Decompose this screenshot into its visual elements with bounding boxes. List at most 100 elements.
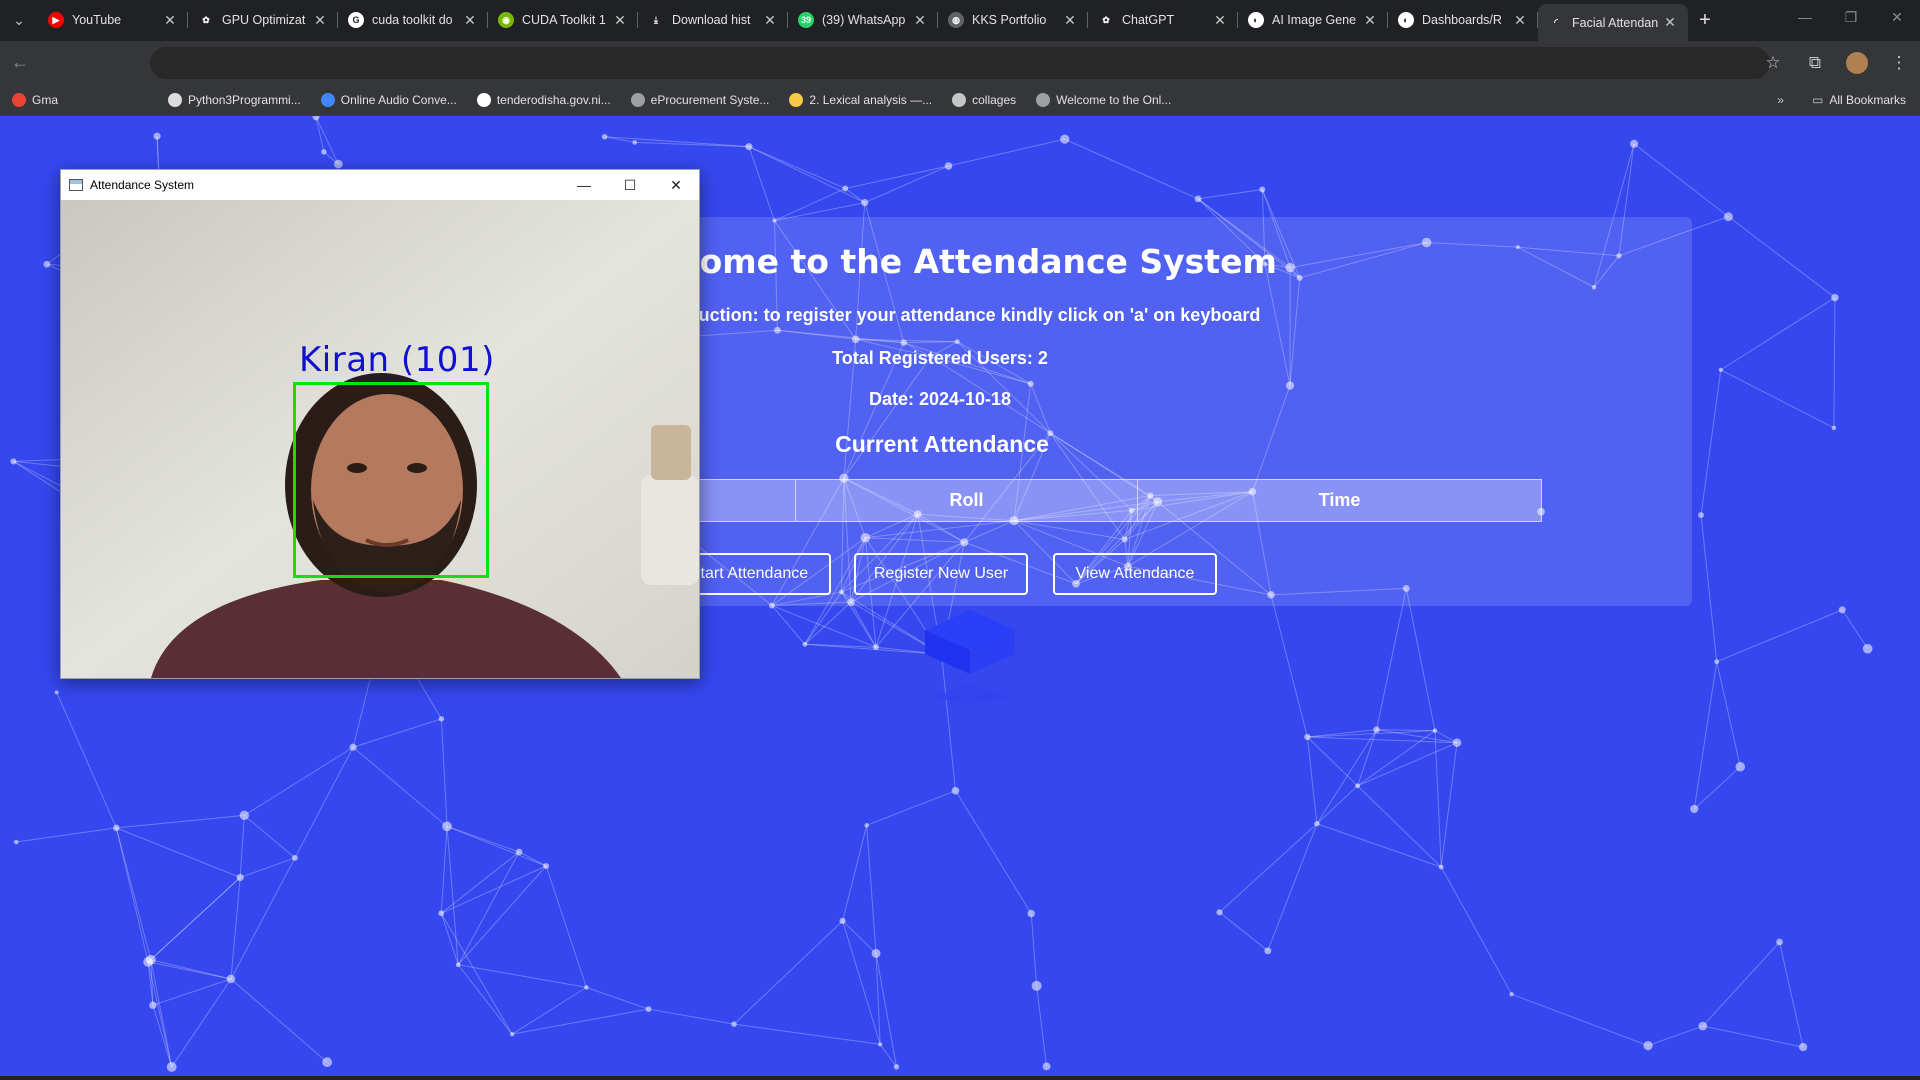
tab-title: Download hist (672, 13, 751, 27)
bookmark-label: Python3Programmi... (188, 92, 301, 107)
bookmark-2[interactable]: Online Audio Conve... (320, 92, 457, 107)
close-icon[interactable]: ✕ (1874, 0, 1920, 34)
bookmark-label: tenderodisha.gov.ni... (496, 92, 611, 107)
column-header-time: Time (1137, 480, 1541, 521)
google-icon: G (348, 12, 364, 28)
tab-title: KKS Portfolio (972, 13, 1047, 27)
tab-title: AI Image Gene (1272, 13, 1357, 27)
tab-strip: ⌄ ▶ YouTube ✕ ✿ GPU Optimizat ✕ Gcuda toolkit … (0, 0, 1920, 41)
all-bookmarks-link[interactable]: All Bookmarks (1829, 93, 1906, 107)
tab-10[interactable]: ◜ Facial Attendan ✕ (1538, 4, 1688, 41)
camera-window-controls: — ☐ ✕ (561, 170, 699, 200)
tab-5[interactable]: 39 (39) WhatsApp ✕ (788, 3, 938, 37)
nvidia-icon: ◉ (498, 12, 514, 28)
bookmark-0[interactable]: Gma (12, 92, 59, 107)
bookmark-7[interactable]: Welcome to the Onl... (1036, 92, 1172, 107)
bookmark-4[interactable]: eProcurement Syste... (630, 92, 770, 107)
tab-close-icon[interactable]: ✕ (162, 12, 178, 29)
tab-title: ChatGPT (1122, 13, 1175, 27)
address-bar[interactable] (150, 47, 1770, 79)
gmail-icon (12, 92, 26, 107)
bookmark-label: Welcome to the Onl... (1056, 92, 1172, 107)
tab-1[interactable]: ✿ GPU Optimizat ✕ (188, 3, 338, 37)
restore-icon[interactable]: ❐ (1828, 0, 1874, 34)
whatsapp-icon: 39 (798, 12, 814, 28)
bookmark-list: Gma Python3Programmi... Online Audio Conve… (0, 92, 1191, 107)
globe-icon: ◍ (948, 12, 964, 28)
tab-close-icon[interactable]: ✕ (612, 12, 628, 29)
tab-close-icon[interactable]: ✕ (762, 12, 778, 29)
view-attendance-button[interactable]: View Attendance (1053, 553, 1217, 595)
tab-8[interactable]: ◐ AI Image Gene ✕ (1238, 3, 1388, 37)
bookmark-1[interactable]: Python3Programmi... (168, 92, 301, 107)
tab-title: Facial Attendan (1572, 15, 1659, 30)
tab-2[interactable]: Gcuda toolkit do ✕ (338, 3, 488, 37)
tab-title: (39) WhatsApp (822, 13, 906, 27)
tab-close-icon[interactable]: ✕ (1662, 14, 1678, 31)
app-icon (69, 179, 83, 191)
tab-search-icon[interactable]: ⌄ (0, 0, 38, 41)
register-new-user-button[interactable]: Register New User (854, 553, 1028, 595)
folder-icon (952, 92, 967, 107)
audio-icon (320, 92, 335, 107)
tab-close-icon[interactable]: ✕ (1512, 12, 1528, 29)
tab-list: ▶ YouTube ✕ ✿ GPU Optimizat ✕ Gcuda toolkit do… (38, 3, 1688, 41)
bookmark-label: Online Audio Conve... (340, 92, 457, 107)
bookmark-label: eProcurement Syste... (650, 92, 770, 107)
tab-close-icon[interactable]: ✕ (1362, 12, 1378, 29)
extensions-icon[interactable]: ⧉ (1794, 53, 1836, 73)
loading-icon: ◜ (1548, 14, 1564, 31)
tab-close-icon[interactable]: ✕ (462, 12, 478, 29)
minimize-icon[interactable]: — (561, 170, 607, 200)
download-icon: ⤓ (648, 12, 664, 28)
openai-icon: ✿ (198, 12, 214, 28)
bookmark-label: Gma (32, 92, 59, 107)
tab-close-icon[interactable]: ✕ (312, 12, 328, 29)
column-header-roll: Roll (795, 480, 1137, 521)
python-icon (789, 92, 804, 107)
bookmark-5[interactable]: 2. Lexical analysis —... (789, 92, 933, 107)
bookmark-label: collages (972, 92, 1017, 107)
tab-title: YouTube (72, 13, 122, 27)
back-arrow-icon[interactable]: ← (0, 52, 40, 73)
tab-title: Dashboards/R (1422, 13, 1502, 27)
github-icon: ◐ (1398, 12, 1414, 28)
face-detection-box (293, 382, 489, 578)
new-tab-button[interactable]: + (1688, 3, 1722, 37)
github-icon (168, 92, 183, 107)
bookmark-3[interactable]: tenderodisha.gov.ni... (476, 92, 611, 107)
camera-window[interactable]: Attendance System — ☐ ✕ Kiran (101) (60, 169, 700, 679)
camera-window-title: Attendance System (90, 178, 195, 192)
tab-6[interactable]: ◍ KKS Portfolio ✕ (938, 3, 1088, 37)
globe-icon (1036, 92, 1051, 107)
tab-close-icon[interactable]: ✕ (912, 12, 928, 29)
tab-3[interactable]: ◉ CUDA Toolkit 1 ✕ (488, 3, 638, 37)
browser-toolbar: ← ☆ ⧉ ⋮ (0, 41, 1920, 84)
bookmark-star-icon[interactable]: ☆ (1752, 53, 1794, 73)
tab-title: CUDA Toolkit 1 (522, 13, 606, 27)
menu-kebab-icon[interactable]: ⋮ (1878, 53, 1920, 73)
bookmarks-bar: Gma Python3Programmi... Online Audio Conve… (0, 84, 1920, 116)
google-icon (476, 92, 491, 107)
minimize-icon[interactable]: — (1782, 0, 1828, 34)
tab-7[interactable]: ✿ ChatGPT ✕ (1088, 3, 1238, 37)
bookmark-6[interactable]: collages (952, 92, 1017, 107)
close-icon[interactable]: ✕ (653, 170, 699, 200)
tab-9[interactable]: ◐ Dashboards/R ✕ (1388, 3, 1538, 37)
bookmark-label: 2. Lexical analysis —... (809, 92, 933, 107)
youtube-icon: ▶ (48, 12, 64, 28)
globe-icon (630, 92, 645, 107)
face-label: Kiran (101) (299, 340, 495, 380)
github-icon: ◐ (1248, 12, 1264, 28)
profile-avatar[interactable] (1846, 51, 1868, 74)
tab-0[interactable]: ▶ YouTube ✕ (38, 3, 188, 37)
tab-close-icon[interactable]: ✕ (1062, 12, 1078, 29)
tab-close-icon[interactable]: ✕ (1212, 12, 1228, 29)
tab-4[interactable]: ⤓ Download hist ✕ (638, 3, 788, 37)
openai-icon: ✿ (1098, 12, 1114, 28)
tab-title: GPU Optimizat (222, 13, 306, 27)
web-page: Welcome to the Attendance System Instruc… (0, 116, 1920, 1076)
cube-decoration (925, 610, 1015, 704)
bookmarks-overflow-icon[interactable]: » (1777, 93, 1784, 107)
maximize-icon[interactable]: ☐ (607, 170, 653, 200)
